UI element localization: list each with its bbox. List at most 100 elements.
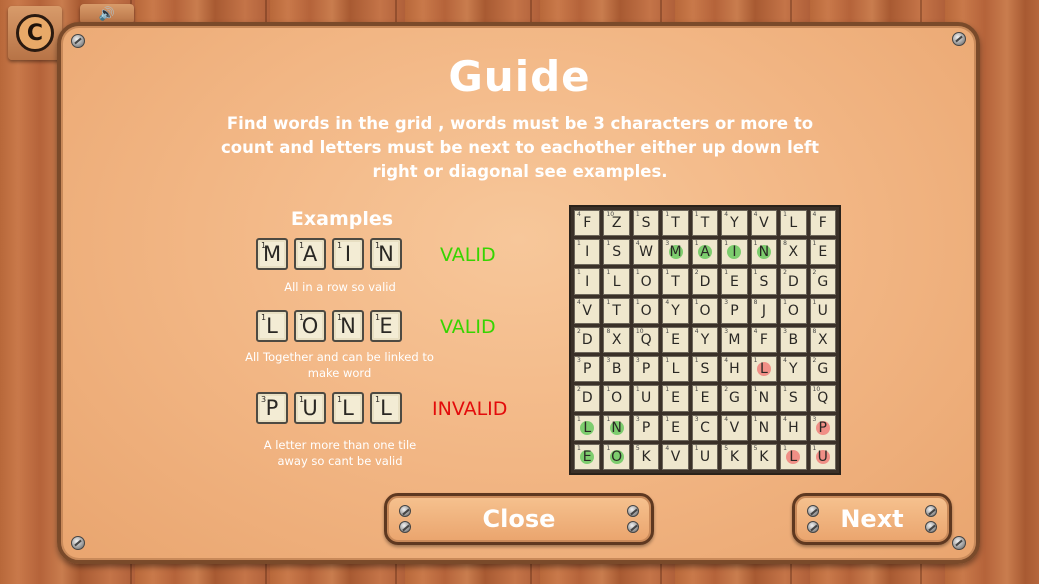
grid-tile[interactable]: 4Y xyxy=(780,356,807,383)
grid-tile[interactable]: 8X xyxy=(809,326,836,354)
grid-tile[interactable]: 2G xyxy=(721,385,748,412)
grid-tile[interactable]: 4V xyxy=(750,210,778,237)
grid-tile[interactable]: 5K xyxy=(632,443,660,470)
tile-points: 1 xyxy=(606,298,611,306)
grid-tile[interactable]: 1O xyxy=(603,443,630,470)
grid-tile[interactable]: 1L xyxy=(780,210,807,237)
grid-tile[interactable]: 1S xyxy=(780,385,807,412)
grid-tile[interactable]: 1I xyxy=(574,268,601,295)
grid-tile[interactable]: 1O xyxy=(632,268,660,295)
next-button[interactable]: Next xyxy=(792,493,952,545)
grid-tile[interactable]: 3P xyxy=(809,414,836,441)
grid-tile[interactable]: 4Y xyxy=(662,297,689,324)
grid-tile[interactable]: 1N xyxy=(750,385,778,412)
grid-tile[interactable]: 2G xyxy=(809,268,836,295)
grid-tile[interactable]: 1E xyxy=(574,443,601,470)
grid-tile[interactable]: 10 Q xyxy=(632,326,660,354)
grid-tile[interactable]: 1E xyxy=(662,414,689,441)
grid-tile[interactable]: 5K xyxy=(750,443,778,470)
grid-tile[interactable]: 10 Q xyxy=(809,385,836,412)
grid-tile[interactable]: 8X xyxy=(780,239,807,266)
grid-tile[interactable]: 1L xyxy=(662,356,689,383)
grid-tile[interactable]: 3C xyxy=(691,414,719,441)
grid-tile[interactable]: 1E xyxy=(721,268,748,295)
tile-letter: E xyxy=(671,419,680,436)
grid-tile[interactable]: 2D xyxy=(574,385,601,412)
example-word-lone: 1L 1O 1N 1E xyxy=(256,310,402,342)
tile-letter: L xyxy=(583,419,592,436)
grid-tile[interactable]: 1S xyxy=(632,210,660,237)
grid-tile[interactable]: 1O xyxy=(780,297,807,324)
close-button[interactable]: Close xyxy=(384,493,654,545)
letter-tile: 3P xyxy=(256,392,288,424)
grid-tile[interactable]: 4Y xyxy=(691,326,719,354)
grid-tile[interactable]: 2D xyxy=(780,268,807,295)
grid-tile[interactable]: 1U xyxy=(632,385,660,412)
grid-tile[interactable]: 3P xyxy=(632,356,660,383)
grid-tile[interactable]: 4V xyxy=(574,297,601,324)
tile-letter: U xyxy=(817,448,828,465)
grid-tile[interactable]: 4F xyxy=(809,210,836,237)
tile-letter: L xyxy=(759,361,768,378)
grid-tile[interactable]: 3M xyxy=(662,239,689,266)
grid-tile[interactable]: 1S xyxy=(691,356,719,383)
grid-tile[interactable]: 2G xyxy=(809,356,836,383)
tile-points: 4 xyxy=(724,211,729,218)
grid-tile[interactable]: 1N xyxy=(750,414,778,441)
grid-tile[interactable]: 4W xyxy=(632,239,660,266)
tile-letter: V xyxy=(582,302,592,319)
grid-tile[interactable]: 8X xyxy=(603,326,630,354)
grid-tile[interactable]: 1U xyxy=(809,443,836,470)
grid-tile[interactable]: 1I xyxy=(574,239,601,266)
tile-points: 1 xyxy=(753,269,758,277)
letter-tile: 1N xyxy=(370,238,402,270)
grid-tile[interactable]: 2D xyxy=(691,268,719,295)
grid-tile[interactable]: 2D xyxy=(574,326,601,354)
grid-tile[interactable]: 1E xyxy=(691,385,719,412)
grid-tile[interactable]: 3B xyxy=(780,326,807,354)
grid-tile[interactable]: 1A xyxy=(691,239,719,266)
grid-tile[interactable]: 4V xyxy=(721,414,748,441)
tile-points: 1 xyxy=(577,415,581,423)
grid-tile[interactable]: 1O xyxy=(691,297,719,324)
grid-tile[interactable]: 1E xyxy=(809,239,836,266)
grid-tile[interactable]: 1L xyxy=(574,414,601,441)
grid-tile[interactable]: 1U xyxy=(809,297,836,324)
grid-tile[interactable]: 4H xyxy=(780,414,807,441)
grid-tile[interactable]: 1S xyxy=(750,268,778,295)
grid-tile[interactable]: 4V xyxy=(662,443,689,470)
grid-tile[interactable]: 4Y xyxy=(721,210,748,237)
tile-points: 1 xyxy=(606,240,611,248)
grid-tile[interactable]: 3B xyxy=(603,356,630,383)
grid-tile[interactable]: 3M xyxy=(721,326,748,354)
grid-tile[interactable]: 1U xyxy=(691,443,719,470)
grid-tile[interactable]: 1T xyxy=(662,268,689,295)
grid-tile[interactable]: 3P xyxy=(632,414,660,441)
grid-tile[interactable]: 10 Z xyxy=(603,210,630,237)
tile-letter: K xyxy=(729,448,740,465)
grid-tile[interactable]: 1L xyxy=(750,356,778,383)
grid-tile[interactable]: 4F xyxy=(574,210,601,237)
tile-points: 1 xyxy=(577,269,581,277)
grid-tile[interactable]: 4F xyxy=(750,326,778,354)
grid-tile[interactable]: 1N xyxy=(750,239,778,266)
grid-tile[interactable]: 1E xyxy=(662,385,689,412)
grid-tile[interactable]: 1O xyxy=(603,385,630,412)
grid-tile[interactable]: 1T xyxy=(662,210,689,237)
sound-button[interactable]: 🔊 xyxy=(80,4,134,24)
tile-letter: D xyxy=(699,273,711,290)
grid-tile[interactable]: 1T xyxy=(691,210,719,237)
grid-tile[interactable]: 1E xyxy=(662,326,689,354)
grid-tile[interactable]: 8J xyxy=(750,297,778,324)
grid-tile[interactable]: 1I xyxy=(721,239,748,266)
grid-tile[interactable]: 1O xyxy=(632,297,660,324)
grid-tile[interactable]: 1S xyxy=(603,239,630,266)
grid-tile[interactable]: 4H xyxy=(721,356,748,383)
grid-tile[interactable]: 1T xyxy=(603,297,630,324)
grid-tile[interactable]: 5K xyxy=(721,443,748,470)
grid-tile[interactable]: 3P xyxy=(721,297,748,324)
grid-tile[interactable]: 1N xyxy=(603,414,630,441)
grid-tile[interactable]: 1L xyxy=(603,268,630,295)
grid-tile[interactable]: 1L xyxy=(780,443,807,470)
grid-tile[interactable]: 3P xyxy=(574,356,601,383)
